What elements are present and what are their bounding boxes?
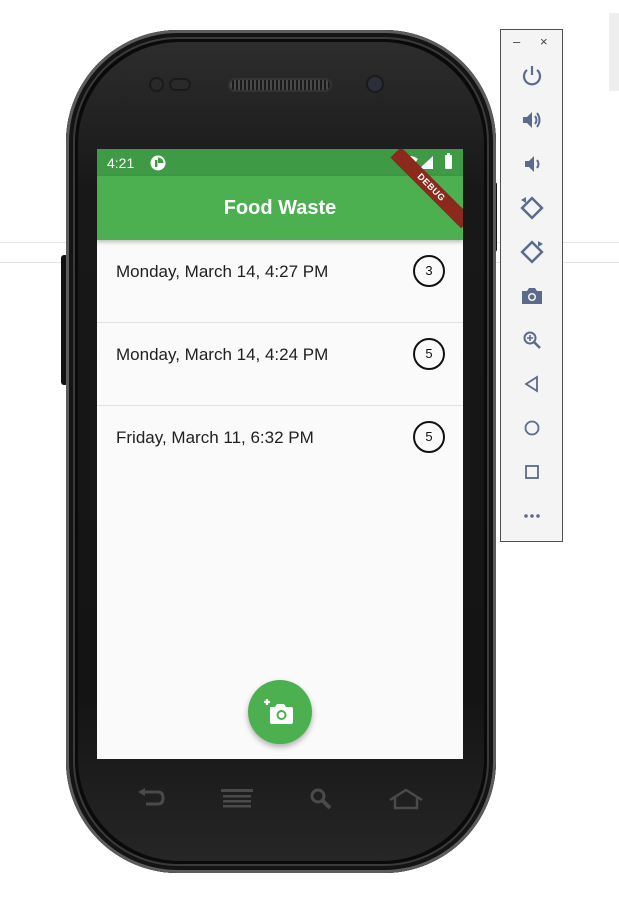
entry-count-badge: 5 bbox=[413, 338, 445, 370]
home-button[interactable] bbox=[518, 414, 546, 442]
page-title: Food Waste bbox=[223, 197, 337, 219]
front-sensor bbox=[151, 79, 162, 90]
entry-date: Friday, March 11, 6:32 PM bbox=[116, 428, 314, 447]
battery-icon bbox=[445, 153, 452, 169]
entry-list: Monday, March 14, 4:27 PM 3 Monday, Marc… bbox=[97, 240, 463, 488]
menu-icon[interactable] bbox=[221, 789, 253, 809]
rotate-left-icon bbox=[520, 196, 544, 220]
front-camera bbox=[368, 77, 382, 91]
scrollbar[interactable] bbox=[609, 13, 619, 91]
screenshot-button[interactable] bbox=[518, 282, 546, 310]
rotate-right-icon bbox=[520, 240, 544, 264]
add-photo-button[interactable] bbox=[248, 680, 312, 744]
app-notification-icon bbox=[150, 155, 166, 171]
home-icon bbox=[524, 420, 540, 436]
add-a-photo-icon bbox=[264, 699, 293, 724]
power-icon bbox=[522, 66, 542, 86]
volume-down-icon bbox=[525, 156, 540, 172]
power-button[interactable] bbox=[518, 62, 546, 90]
overview-button[interactable] bbox=[518, 458, 546, 486]
app-screen: 4:21 Food Waste DEBUG Monday, March 14, … bbox=[97, 149, 463, 759]
front-sensor bbox=[171, 80, 189, 89]
earpiece-speaker bbox=[230, 80, 330, 90]
back-button[interactable] bbox=[518, 370, 546, 398]
entry-date: Monday, March 14, 4:27 PM bbox=[116, 262, 329, 281]
volume-down-button[interactable] bbox=[518, 150, 546, 178]
entry-date: Monday, March 14, 4:24 PM bbox=[116, 345, 329, 364]
back-icon bbox=[524, 375, 538, 393]
minimize-button[interactable]: – bbox=[513, 35, 520, 48]
entry-count-badge: 5 bbox=[413, 421, 445, 453]
more-icon bbox=[524, 514, 540, 518]
overview-icon bbox=[525, 465, 539, 479]
close-button[interactable]: × bbox=[540, 35, 548, 48]
search-icon[interactable] bbox=[309, 787, 333, 811]
rotate-left-button[interactable] bbox=[518, 194, 546, 222]
volume-up-button[interactable] bbox=[518, 106, 546, 134]
volume-up-icon bbox=[523, 112, 541, 128]
more-button[interactable] bbox=[518, 502, 546, 530]
list-item[interactable]: Monday, March 14, 4:24 PM 5 bbox=[97, 323, 463, 406]
app-bar: Food Waste bbox=[97, 176, 463, 240]
entry-count-badge: 3 bbox=[413, 255, 445, 287]
home-icon[interactable] bbox=[388, 788, 424, 810]
camera-icon bbox=[522, 288, 542, 304]
back-icon[interactable] bbox=[136, 788, 166, 810]
status-time: 4:21 bbox=[107, 155, 135, 171]
zoom-button[interactable] bbox=[518, 326, 546, 354]
rotate-right-button[interactable] bbox=[518, 238, 546, 266]
emulator-toolbar: – × bbox=[500, 29, 563, 542]
zoom-icon bbox=[523, 331, 541, 349]
list-item[interactable]: Monday, March 14, 4:27 PM 3 bbox=[97, 240, 463, 323]
list-item[interactable]: Friday, March 11, 6:32 PM 5 bbox=[97, 406, 463, 488]
